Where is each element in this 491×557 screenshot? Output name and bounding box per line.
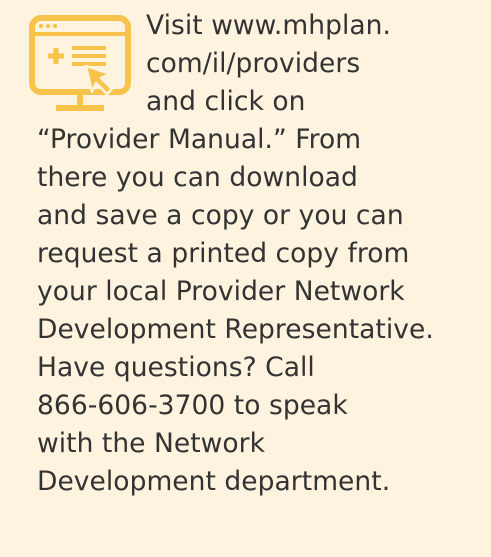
- text-line: with the Network: [37, 428, 266, 459]
- text-line: and click on: [146, 86, 306, 117]
- text-line: your local Provider Network: [37, 276, 405, 307]
- text-line: com/il/providers: [146, 48, 361, 79]
- text-line: Development department.: [37, 466, 391, 497]
- text-line: and save a copy or you can: [37, 200, 404, 231]
- text-line: Have questions? Call: [37, 352, 315, 383]
- text-line: “Provider Manual.” From: [37, 124, 362, 155]
- text-line: Visit www.mhplan.: [146, 10, 392, 41]
- text-line: 866-606-3700 to speak: [37, 390, 348, 421]
- text-line: request a printed copy from: [37, 238, 410, 269]
- provider-manual-info-card: Visit www.mhplan. com/il/providers and c…: [0, 0, 491, 557]
- text-line: there you can download: [37, 162, 358, 193]
- instructions-text: Visit www.mhplan. com/il/providers and c…: [37, 7, 477, 501]
- text-line: Development Representative.: [37, 314, 434, 345]
